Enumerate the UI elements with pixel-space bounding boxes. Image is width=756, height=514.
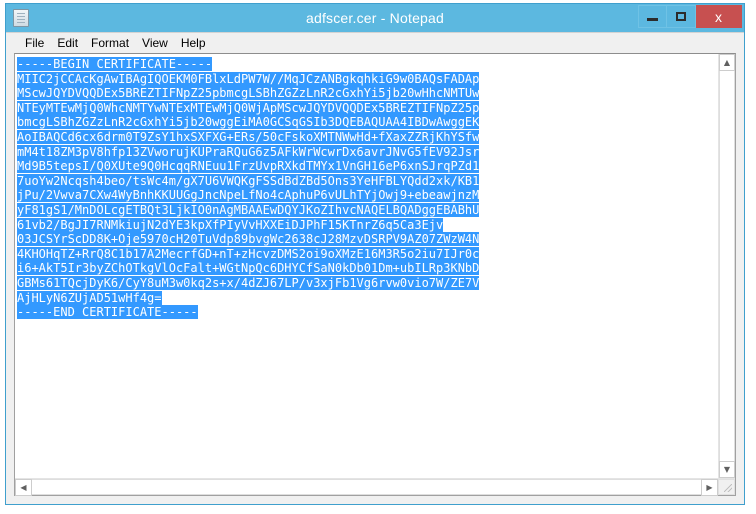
client-area: -----BEGIN CERTIFICATE----- MIIC2jCCAcKgA… <box>6 53 744 504</box>
text-editor[interactable]: -----BEGIN CERTIFICATE----- MIIC2jCCAcKgA… <box>15 54 718 478</box>
menu-bar: File Edit Format View Help <box>6 32 744 53</box>
text-line-content: i6+AkT5Ir3byZChOTkgVlOcFalt+WGtNpQc6DHYC… <box>17 261 480 276</box>
text-line: MIIC2jCCAcKgAwIBAgIQOEKM0FBlxLdPW7W//MqJ… <box>17 71 718 87</box>
maximize-button[interactable] <box>667 5 696 28</box>
minimize-button[interactable] <box>638 5 667 28</box>
text-line: MScwJQYDVQQDEx5BREZTIFNpZ25pbmcgLSBhZGZz… <box>17 86 718 101</box>
maximize-icon <box>676 12 686 21</box>
text-line: 03JCSYrScDD8K+Oje5970cH20TuVdp89bvgWc263… <box>17 232 718 247</box>
menu-item-help[interactable]: Help <box>175 36 213 51</box>
close-button[interactable]: x <box>696 5 742 28</box>
text-line-content: AjHLyN6ZUjAD51wHf4g= <box>17 290 162 305</box>
text-line: NTEyMTEwMjQ0WhcNMTYwNTExMTEwMjQ0WjApMScw… <box>17 100 718 116</box>
notepad-window: adfscer.cer - Notepad x File Edit Format… <box>5 3 745 505</box>
text-line: 4KHOHqTZ+RrQ8C1b17A2MecrfGD+nT+zHcvzDMS2… <box>17 246 718 262</box>
scroll-up-button[interactable]: ▲ <box>719 54 735 71</box>
text-line-content: MIIC2jCCAcKgAwIBAgIQOEKM0FBlxLdPW7W//MqJ… <box>17 71 480 86</box>
text-line-content: GBMs61TQcjDyK6/CyY8uM3w0kq2s+x/4dZJ67LP/… <box>17 275 480 290</box>
minimize-icon <box>647 18 658 21</box>
text-line-content: NTEyMTEwMjQ0WhcNMTYwNTExMTEwMjQ0WjApMScw… <box>17 100 480 115</box>
text-line: i6+AkT5Ir3byZChOTkgVlOcFalt+WGtNpQc6DHYC… <box>17 261 718 276</box>
resize-grip[interactable] <box>718 479 735 495</box>
scroll-right-button[interactable]: ▶ <box>701 479 718 496</box>
editor-frame: -----BEGIN CERTIFICATE----- MIIC2jCCAcKgA… <box>14 53 736 496</box>
text-line-content: AoIBAQCd6cx6drm0T9ZsY1hxSXFXG+ERs/50cFsk… <box>17 129 480 144</box>
text-line: yF81gS1/MnDOLcgETBQt3LjkIO0nAgMBAAEwDQYJ… <box>17 202 718 218</box>
text-line: GBMs61TQcjDyK6/CyY8uM3w0kq2s+x/4dZJ67LP/… <box>17 275 718 291</box>
text-line-content: 03JCSYrScDD8K+Oje5970cH20TuVdp89bvgWc263… <box>17 232 480 247</box>
text-line-content: MScwJQYDVQQDEx5BREZTIFNpZ25pbmcgLSBhZGZz… <box>17 86 480 101</box>
horizontal-scroll-track[interactable] <box>32 479 701 495</box>
text-line-content: 61vb2/BgJI7RNMkiujN2dYE3kpXfPIyVvHXXEiDJ… <box>17 217 444 232</box>
vertical-scrollbar[interactable]: ▲ ▼ <box>718 54 735 478</box>
text-line: mM4t18ZM3pV8hfp13ZVworujKUPraRQuG6z5AFkW… <box>17 144 718 160</box>
title-bar[interactable]: adfscer.cer - Notepad x <box>6 4 744 32</box>
text-line: Md9B5tepsI/Q0XUte9Q0HcqqRNEuu1FrzUvpRXkd… <box>17 159 718 174</box>
menu-item-file[interactable]: File <box>19 36 51 51</box>
text-line-content: 4KHOHqTZ+RrQ8C1b17A2MecrfGD+nT+zHcvzDMS2… <box>17 246 480 261</box>
text-line-content: -----END CERTIFICATE----- <box>17 305 198 320</box>
text-line-content: -----BEGIN CERTIFICATE----- <box>17 57 213 71</box>
notepad-document-icon <box>13 9 29 27</box>
text-line-content: jPu/2Vwva7CXw4WyBnhKKUUGgJncNpeLfNo4cAph… <box>17 188 480 203</box>
caption-button-group: x <box>638 5 742 28</box>
text-line: -----BEGIN CERTIFICATE----- <box>17 57 718 72</box>
horizontal-scrollbar[interactable]: ◀ ▶ <box>15 478 735 496</box>
scroll-left-button[interactable]: ◀ <box>15 479 32 496</box>
text-line-content: bmcgLSBhZGZzLnR2cGxhYi5jb20wggEiMA0GCSqG… <box>17 115 480 130</box>
text-line: 7uoYw2Ncqsh4beo/tsWc4m/gX7U6VWQKgFSSdBdZ… <box>17 173 718 189</box>
desktop-background: adfscer.cer - Notepad x File Edit Format… <box>0 0 756 514</box>
menu-item-format[interactable]: Format <box>85 36 136 51</box>
text-line-content: Md9B5tepsI/Q0XUte9Q0HcqqRNEuu1FrzUvpRXkd… <box>17 159 480 174</box>
text-line-content: mM4t18ZM3pV8hfp13ZVworujKUPraRQuG6z5AFkW… <box>17 144 480 159</box>
text-line: AjHLyN6ZUjAD51wHf4g= <box>17 290 718 306</box>
menu-item-edit[interactable]: Edit <box>51 36 85 51</box>
text-line: bmcgLSBhZGZzLnR2cGxhYi5jb20wggEiMA0GCSqG… <box>17 115 718 130</box>
text-line: 61vb2/BgJI7RNMkiujN2dYE3kpXfPIyVvHXXEiDJ… <box>17 217 718 233</box>
menu-item-view[interactable]: View <box>136 36 175 51</box>
text-line-content: 7uoYw2Ncqsh4beo/tsWc4m/gX7U6VWQKgFSSdBdZ… <box>17 173 480 188</box>
vertical-scroll-track[interactable] <box>719 71 735 461</box>
text-line: -----END CERTIFICATE----- <box>17 305 718 320</box>
window-title: adfscer.cer - Notepad <box>305 10 445 26</box>
editor-row: -----BEGIN CERTIFICATE----- MIIC2jCCAcKgA… <box>15 54 735 478</box>
text-line: jPu/2Vwva7CXw4WyBnhKKUUGgJncNpeLfNo4cAph… <box>17 188 718 203</box>
scroll-down-button[interactable]: ▼ <box>719 461 735 478</box>
text-line: AoIBAQCd6cx6drm0T9ZsY1hxSXFXG+ERs/50cFsk… <box>17 129 718 145</box>
text-line-content: yF81gS1/MnDOLcgETBQt3LjkIO0nAgMBAAEwDQYJ… <box>17 202 480 217</box>
